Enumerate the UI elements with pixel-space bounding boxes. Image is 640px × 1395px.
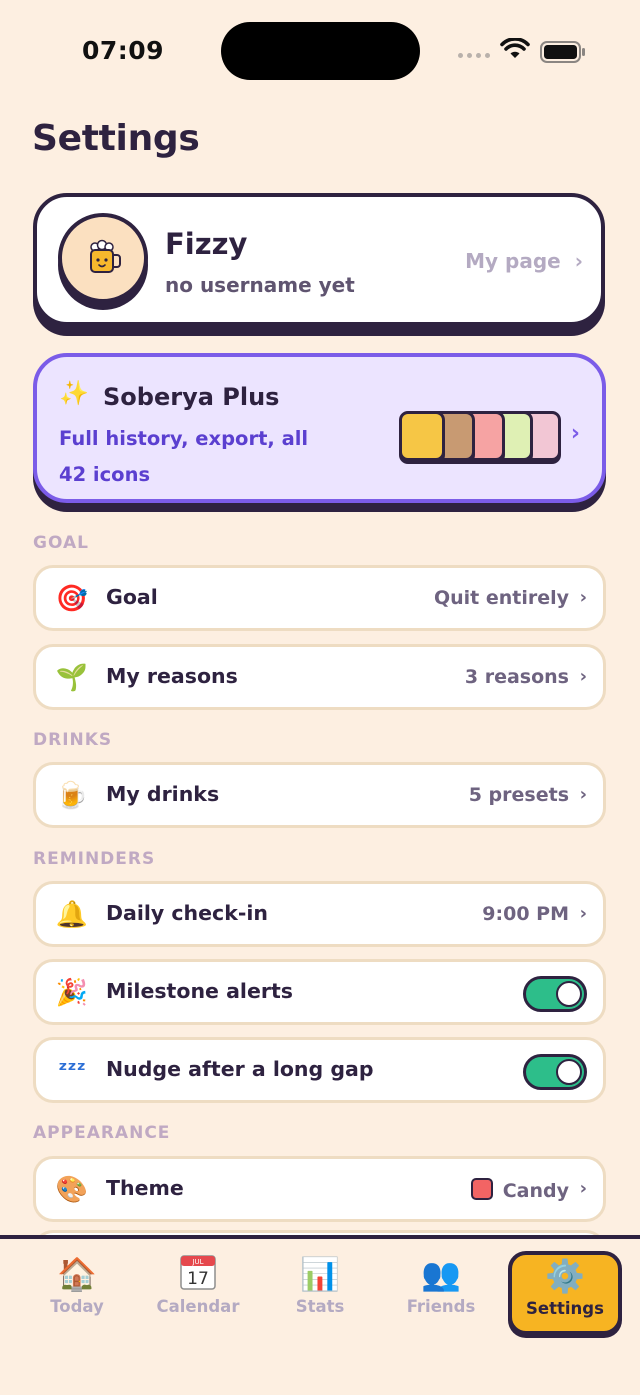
calendar-icon: JUL 17 [146, 1253, 250, 1295]
tab-calendar[interactable]: JUL 17 Calendar [146, 1253, 250, 1329]
tab-label: Stats [295, 1297, 345, 1316]
party-popper-icon: 🎉 [55, 978, 89, 1008]
row-goal[interactable]: 🎯 Goal Quit entirely › [33, 565, 606, 631]
tab-label: Settings [526, 1299, 604, 1318]
row-my-reasons[interactable]: 🌱 My reasons 3 reasons › [33, 644, 606, 710]
section-label-reminders: REMINDERS [33, 849, 156, 869]
row-nudge-long-gap: ᶻᶻᶻ Nudge after a long gap [33, 1037, 606, 1103]
row-label: Theme [106, 1176, 184, 1200]
dynamic-island [221, 22, 420, 80]
bell-icon: 🔔 [55, 900, 89, 930]
chevron-right-icon: › [579, 1178, 587, 1199]
row-theme[interactable]: 🎨 Theme Candy › [33, 1156, 606, 1222]
tab-stats[interactable]: 📊 Stats [268, 1253, 372, 1329]
row-label: Milestone alerts [106, 979, 293, 1003]
soberya-plus-card[interactable]: ✨ Soberya Plus Full history, export, all… [33, 353, 606, 503]
gear-icon: ⚙️ [545, 1257, 585, 1295]
theme-color-swatch [470, 1178, 493, 1200]
profile-card[interactable]: Fizzy no username yet My page › [33, 193, 605, 326]
status-time: 07:09 [82, 36, 165, 65]
row-milestone-alerts: 🎉 Milestone alerts [33, 959, 606, 1025]
section-label-appearance: APPEARANCE [33, 1123, 171, 1143]
row-my-drinks[interactable]: 🍺 My drinks 5 presets › [33, 762, 606, 828]
chevron-right-icon: › [579, 666, 587, 687]
tab-friends[interactable]: 👥 Friends [389, 1253, 493, 1329]
sparkles-icon: ✨ [59, 379, 89, 407]
drink-icons-preview [395, 407, 561, 463]
row-value: 3 reasons [464, 666, 569, 688]
row-value: Quit entirely [433, 587, 569, 609]
row-daily-check-in[interactable]: 🔔 Daily check-in 9:00 PM › [33, 881, 606, 947]
row-label: Daily check-in [106, 901, 268, 925]
chevron-right-icon: › [574, 249, 583, 273]
profile-username: no username yet [165, 273, 355, 297]
status-bar: 07:09 [0, 0, 640, 100]
plus-description: Full history, export, all 42 icons [59, 427, 309, 486]
tab-label: Friends [406, 1297, 476, 1316]
theme-value: Candy [502, 1180, 569, 1202]
calendar-month: JUL [191, 1258, 203, 1266]
palette-icon: 🎨 [55, 1175, 89, 1205]
chevron-right-icon: › [570, 421, 580, 446]
beer-mug-face-icon [90, 239, 121, 273]
people-icon: 👥 [421, 1255, 461, 1293]
milestone-alerts-toggle[interactable] [523, 976, 587, 1012]
tab-settings[interactable]: ⚙️ Settings [508, 1251, 622, 1335]
zzz-icon: ᶻᶻᶻ [58, 1058, 86, 1083]
row-value: Candy [470, 1178, 569, 1202]
target-icon: 🎯 [55, 584, 89, 614]
cellular-signal-icon [458, 53, 490, 58]
page-title: Settings [32, 118, 200, 159]
section-label-drinks: DRINKS [33, 730, 113, 750]
bar-chart-icon: 📊 [300, 1255, 340, 1293]
section-label-goal: GOAL [33, 533, 89, 553]
calendar-day: 17 [187, 1269, 209, 1289]
battery-icon [540, 41, 585, 63]
row-value: 9:00 PM [482, 903, 569, 925]
row-label: Goal [106, 585, 158, 609]
tab-today[interactable]: 🏠 Today [25, 1253, 129, 1329]
tab-bar: 🏠 Today JUL 17 Calendar 📊 Stats 👥 Friend… [0, 1235, 640, 1395]
beer-icon [399, 411, 445, 461]
chevron-right-icon: › [579, 903, 587, 924]
tab-label: Calendar [156, 1297, 240, 1316]
nudge-toggle[interactable] [523, 1054, 587, 1090]
row-label: My drinks [106, 782, 220, 806]
row-value: 5 presets [468, 784, 569, 806]
profile-name: Fizzy [165, 227, 248, 261]
row-label: My reasons [106, 664, 238, 688]
my-page-label: My page [465, 249, 561, 273]
chevron-right-icon: › [579, 784, 587, 805]
avatar [58, 213, 148, 303]
wifi-icon [500, 38, 530, 58]
tab-label: Today [50, 1297, 104, 1316]
plus-title: Soberya Plus [103, 383, 280, 411]
chevron-right-icon: › [579, 587, 587, 608]
my-page-link[interactable]: My page › [465, 249, 583, 273]
row-label: Nudge after a long gap [106, 1057, 374, 1081]
beer-mug-icon: 🍺 [55, 781, 89, 811]
seedling-icon: 🌱 [55, 663, 89, 693]
house-icon: 🏠 [57, 1255, 97, 1293]
